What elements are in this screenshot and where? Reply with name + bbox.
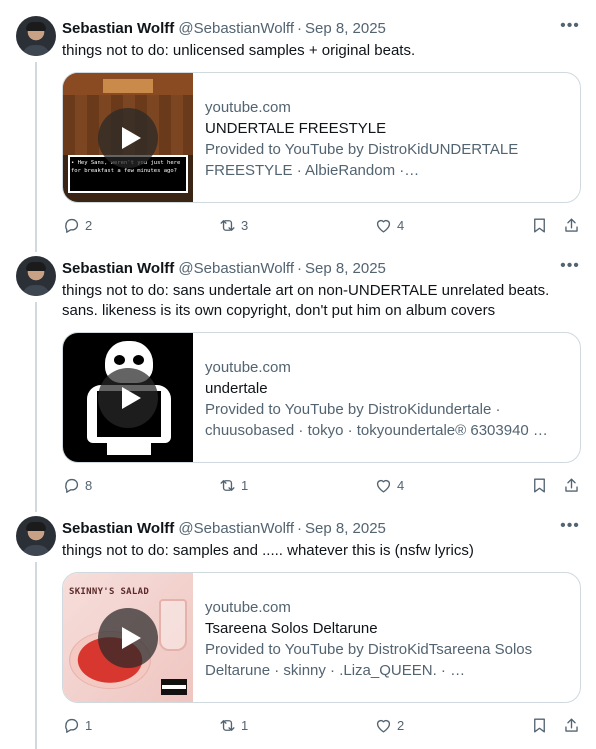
- share-button[interactable]: [562, 713, 581, 737]
- heart-icon: [376, 219, 391, 233]
- bookmark-icon: [534, 477, 545, 493]
- parental-advisory-icon: [161, 679, 187, 695]
- heart-icon: [376, 719, 391, 733]
- heart-icon: [376, 479, 391, 493]
- like-count: 2: [397, 717, 405, 733]
- repost-count: 1: [241, 477, 249, 493]
- tweet-header: Sebastian Wolff @SebastianWolff · Sep 8, 2…: [62, 519, 580, 539]
- reply-count: 8: [85, 477, 93, 493]
- tweet-text: things not to do: sans undertale art on …: [62, 282, 550, 319]
- repost-count: 1: [241, 717, 249, 733]
- link-card[interactable]: SKINNY'S SALAD youtube.com Tsareena Solo…: [62, 572, 581, 703]
- repost-icon: [220, 719, 235, 731]
- tweet[interactable]: Sebastian Wolff @SebastianWolff · Sep 8, 2…: [0, 0, 596, 260]
- card-description: Provided to YouTube by DistroKidundertal…: [205, 401, 548, 439]
- tweet[interactable]: Sebastian Wolff @SebastianWolff · Sep 8, 2…: [0, 500, 596, 749]
- card-thumbnail: • Hey Sans, weren't you just here for br…: [63, 73, 193, 202]
- reply-icon: [65, 218, 79, 233]
- reply-count: 2: [85, 217, 93, 233]
- reply-icon: [65, 478, 79, 493]
- share-icon: [565, 717, 578, 732]
- more-horizontal-icon[interactable]: •••: [560, 258, 580, 278]
- tweet-date[interactable]: Sep 8, 2025: [305, 260, 386, 277]
- separator-dot: ·: [297, 520, 302, 537]
- action-bar: 8 1 4: [62, 473, 582, 497]
- card-title: UNDERTALE FREESTYLE: [205, 120, 387, 137]
- repost-button[interactable]: 1: [218, 713, 248, 737]
- separator-dot: ·: [297, 260, 302, 277]
- bookmark-icon: [534, 217, 545, 233]
- repost-count: 3: [241, 217, 249, 233]
- card-title: Tsareena Solos Deltarune: [205, 620, 378, 637]
- reply-button[interactable]: 8: [62, 473, 92, 497]
- share-icon: [565, 477, 578, 492]
- card-title: undertale: [205, 380, 268, 397]
- tweet-date[interactable]: Sep 8, 2025: [305, 20, 386, 37]
- like-button[interactable]: 2: [374, 713, 404, 737]
- like-button[interactable]: 4: [374, 473, 404, 497]
- card-domain: youtube.com: [205, 359, 291, 376]
- tweet-text: things not to do: unlicensed samples + o…: [62, 42, 416, 59]
- repost-button[interactable]: 3: [218, 213, 248, 237]
- share-button[interactable]: [562, 473, 581, 497]
- like-count: 4: [397, 217, 405, 233]
- repost-icon: [220, 479, 235, 491]
- tweet-text: things not to do: samples and ..... what…: [62, 542, 474, 559]
- author-name[interactable]: Sebastian Wolff: [62, 20, 174, 37]
- separator-dot: ·: [297, 20, 302, 37]
- avatar[interactable]: [16, 256, 56, 296]
- thumbnail-title-text: SKINNY'S SALAD: [69, 587, 150, 597]
- like-count: 4: [397, 477, 405, 493]
- author-name[interactable]: Sebastian Wolff: [62, 260, 174, 277]
- like-button[interactable]: 4: [374, 213, 404, 237]
- share-button[interactable]: [562, 213, 581, 237]
- card-thumbnail: [63, 333, 193, 462]
- play-icon[interactable]: [98, 608, 158, 668]
- tweet-header: Sebastian Wolff @SebastianWolff · Sep 8, 2…: [62, 259, 580, 279]
- author-handle[interactable]: @SebastianWolff: [178, 20, 294, 37]
- link-card[interactable]: • Hey Sans, weren't you just here for br…: [62, 72, 581, 203]
- author-handle[interactable]: @SebastianWolff: [178, 260, 294, 277]
- repost-button[interactable]: 1: [218, 473, 248, 497]
- tweet[interactable]: Sebastian Wolff @SebastianWolff · Sep 8, 2…: [0, 240, 596, 500]
- reply-icon: [65, 718, 79, 733]
- avatar[interactable]: [16, 16, 56, 56]
- reply-button[interactable]: 1: [62, 713, 92, 737]
- more-horizontal-icon[interactable]: •••: [560, 18, 580, 38]
- action-bar: 2 3 4: [62, 213, 582, 237]
- bookmark-button[interactable]: [530, 473, 549, 497]
- bookmark-button[interactable]: [530, 713, 549, 737]
- tweet-header: Sebastian Wolff @SebastianWolff · Sep 8, 2…: [62, 19, 580, 39]
- card-domain: youtube.com: [205, 599, 291, 616]
- play-icon[interactable]: [98, 108, 158, 168]
- more-horizontal-icon[interactable]: •••: [560, 518, 580, 538]
- reply-count: 1: [85, 717, 93, 733]
- repost-icon: [220, 219, 235, 231]
- bookmark-button[interactable]: [530, 213, 549, 237]
- card-domain: youtube.com: [205, 99, 291, 116]
- bookmark-icon: [534, 717, 545, 733]
- author-name[interactable]: Sebastian Wolff: [62, 520, 174, 537]
- link-card[interactable]: youtube.com undertale Provided to YouTub…: [62, 332, 581, 463]
- card-thumbnail: SKINNY'S SALAD: [63, 573, 193, 702]
- share-icon: [565, 217, 578, 232]
- card-description: Provided to YouTube by DistroKidTsareena…: [205, 641, 533, 679]
- play-icon[interactable]: [98, 368, 158, 428]
- avatar[interactable]: [16, 516, 56, 556]
- author-handle[interactable]: @SebastianWolff: [178, 520, 294, 537]
- tweet-date[interactable]: Sep 8, 2025: [305, 520, 386, 537]
- card-description: Provided to YouTube by DistroKidUNDERTAL…: [205, 141, 519, 179]
- action-bar: 1 1 2: [62, 713, 582, 737]
- reply-button[interactable]: 2: [62, 213, 92, 237]
